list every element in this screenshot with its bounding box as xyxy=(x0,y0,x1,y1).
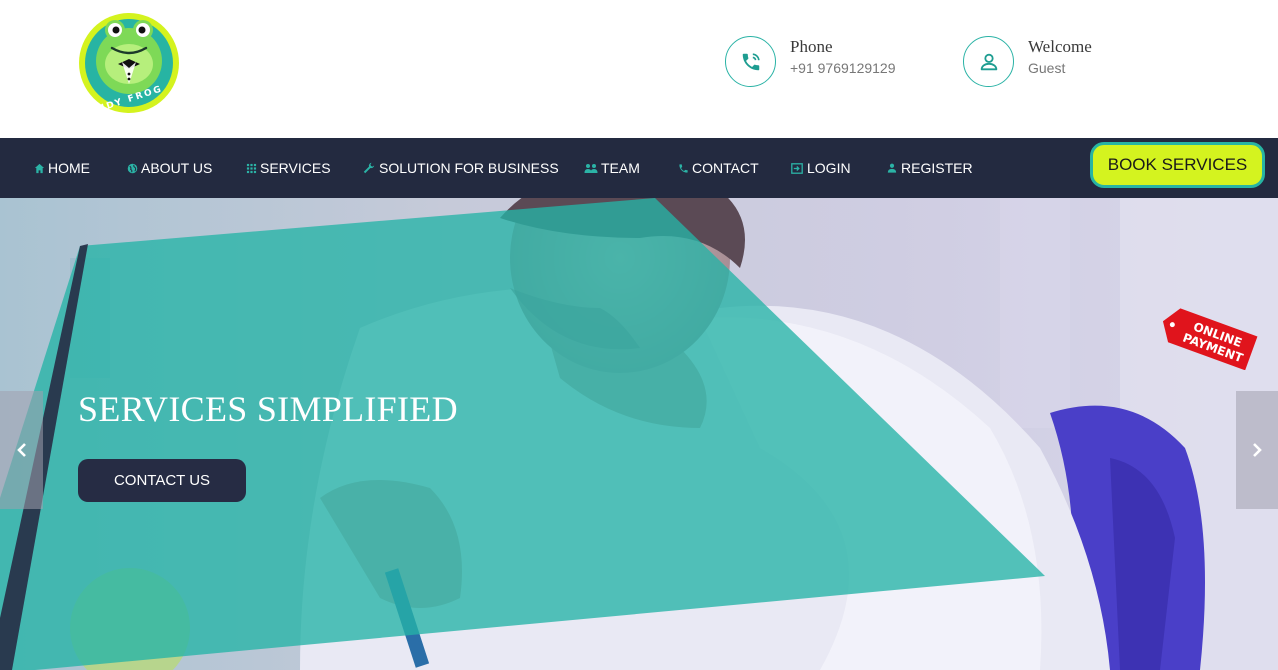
globe-icon xyxy=(126,162,138,174)
nav-about-us[interactable]: ABOUT US xyxy=(126,138,212,198)
slider-prev-button[interactable] xyxy=(0,391,43,509)
nav-contact-label: CONTACT xyxy=(692,160,759,176)
nav-solution-for-business-label: SOLUTION FOR BUSINESS xyxy=(379,160,559,176)
nav-services[interactable]: SERVICES xyxy=(245,138,331,198)
welcome-user[interactable]: Welcome Guest xyxy=(963,36,1092,88)
site-header: TIDY FROG Phone +91 9769129129 Welcome G… xyxy=(0,0,1278,138)
main-navbar: HOME ABOUT US SERVICES SOLUTION FOR BUSI… xyxy=(0,138,1278,198)
nav-home-label: HOME xyxy=(48,160,90,176)
hero-slider: SERVICES SIMPLIFIED CONTACT US ONLINE PA… xyxy=(0,198,1278,670)
chevron-left-icon xyxy=(16,443,26,457)
book-services-button[interactable]: BOOK SERVICES xyxy=(1090,142,1265,188)
grid-icon xyxy=(245,162,257,174)
welcome-label: Welcome xyxy=(1028,37,1092,56)
phone-contact[interactable]: Phone +91 9769129129 xyxy=(725,36,896,88)
team-icon xyxy=(584,162,598,174)
nav-login-label: LOGIN xyxy=(807,160,851,176)
hero-title: SERVICES SIMPLIFIED xyxy=(78,389,458,429)
login-icon xyxy=(791,162,803,174)
wrench-icon xyxy=(363,162,375,174)
slider-next-button[interactable] xyxy=(1236,391,1278,509)
user-icon xyxy=(963,36,1014,87)
chevron-right-icon xyxy=(1253,443,1262,457)
tidy-frog-logo[interactable]: TIDY FROG xyxy=(78,12,180,114)
online-payment-badge[interactable]: ONLINE PAYMENT xyxy=(1158,306,1260,370)
phone-icon xyxy=(677,162,689,174)
user-icon xyxy=(886,162,898,174)
phone-label: Phone xyxy=(790,37,833,56)
nav-register-label: REGISTER xyxy=(901,160,973,176)
hero-background-image xyxy=(0,198,1278,670)
home-icon xyxy=(33,162,45,174)
nav-solution-for-business[interactable]: SOLUTION FOR BUSINESS xyxy=(363,138,559,198)
phone-number[interactable]: +91 9769129129 xyxy=(790,60,896,77)
nav-register[interactable]: REGISTER xyxy=(886,138,973,198)
nav-about-us-label: ABOUT US xyxy=(141,160,213,176)
nav-login[interactable]: LOGIN xyxy=(791,138,851,198)
contact-us-button[interactable]: CONTACT US xyxy=(78,459,246,502)
nav-services-label: SERVICES xyxy=(260,160,331,176)
nav-team[interactable]: TEAM xyxy=(584,138,640,198)
phone-icon xyxy=(725,36,776,87)
nav-contact[interactable]: CONTACT xyxy=(677,138,759,198)
nav-home[interactable]: HOME xyxy=(33,138,90,198)
nav-team-label: TEAM xyxy=(601,160,640,176)
welcome-user-name: Guest xyxy=(1028,60,1066,76)
